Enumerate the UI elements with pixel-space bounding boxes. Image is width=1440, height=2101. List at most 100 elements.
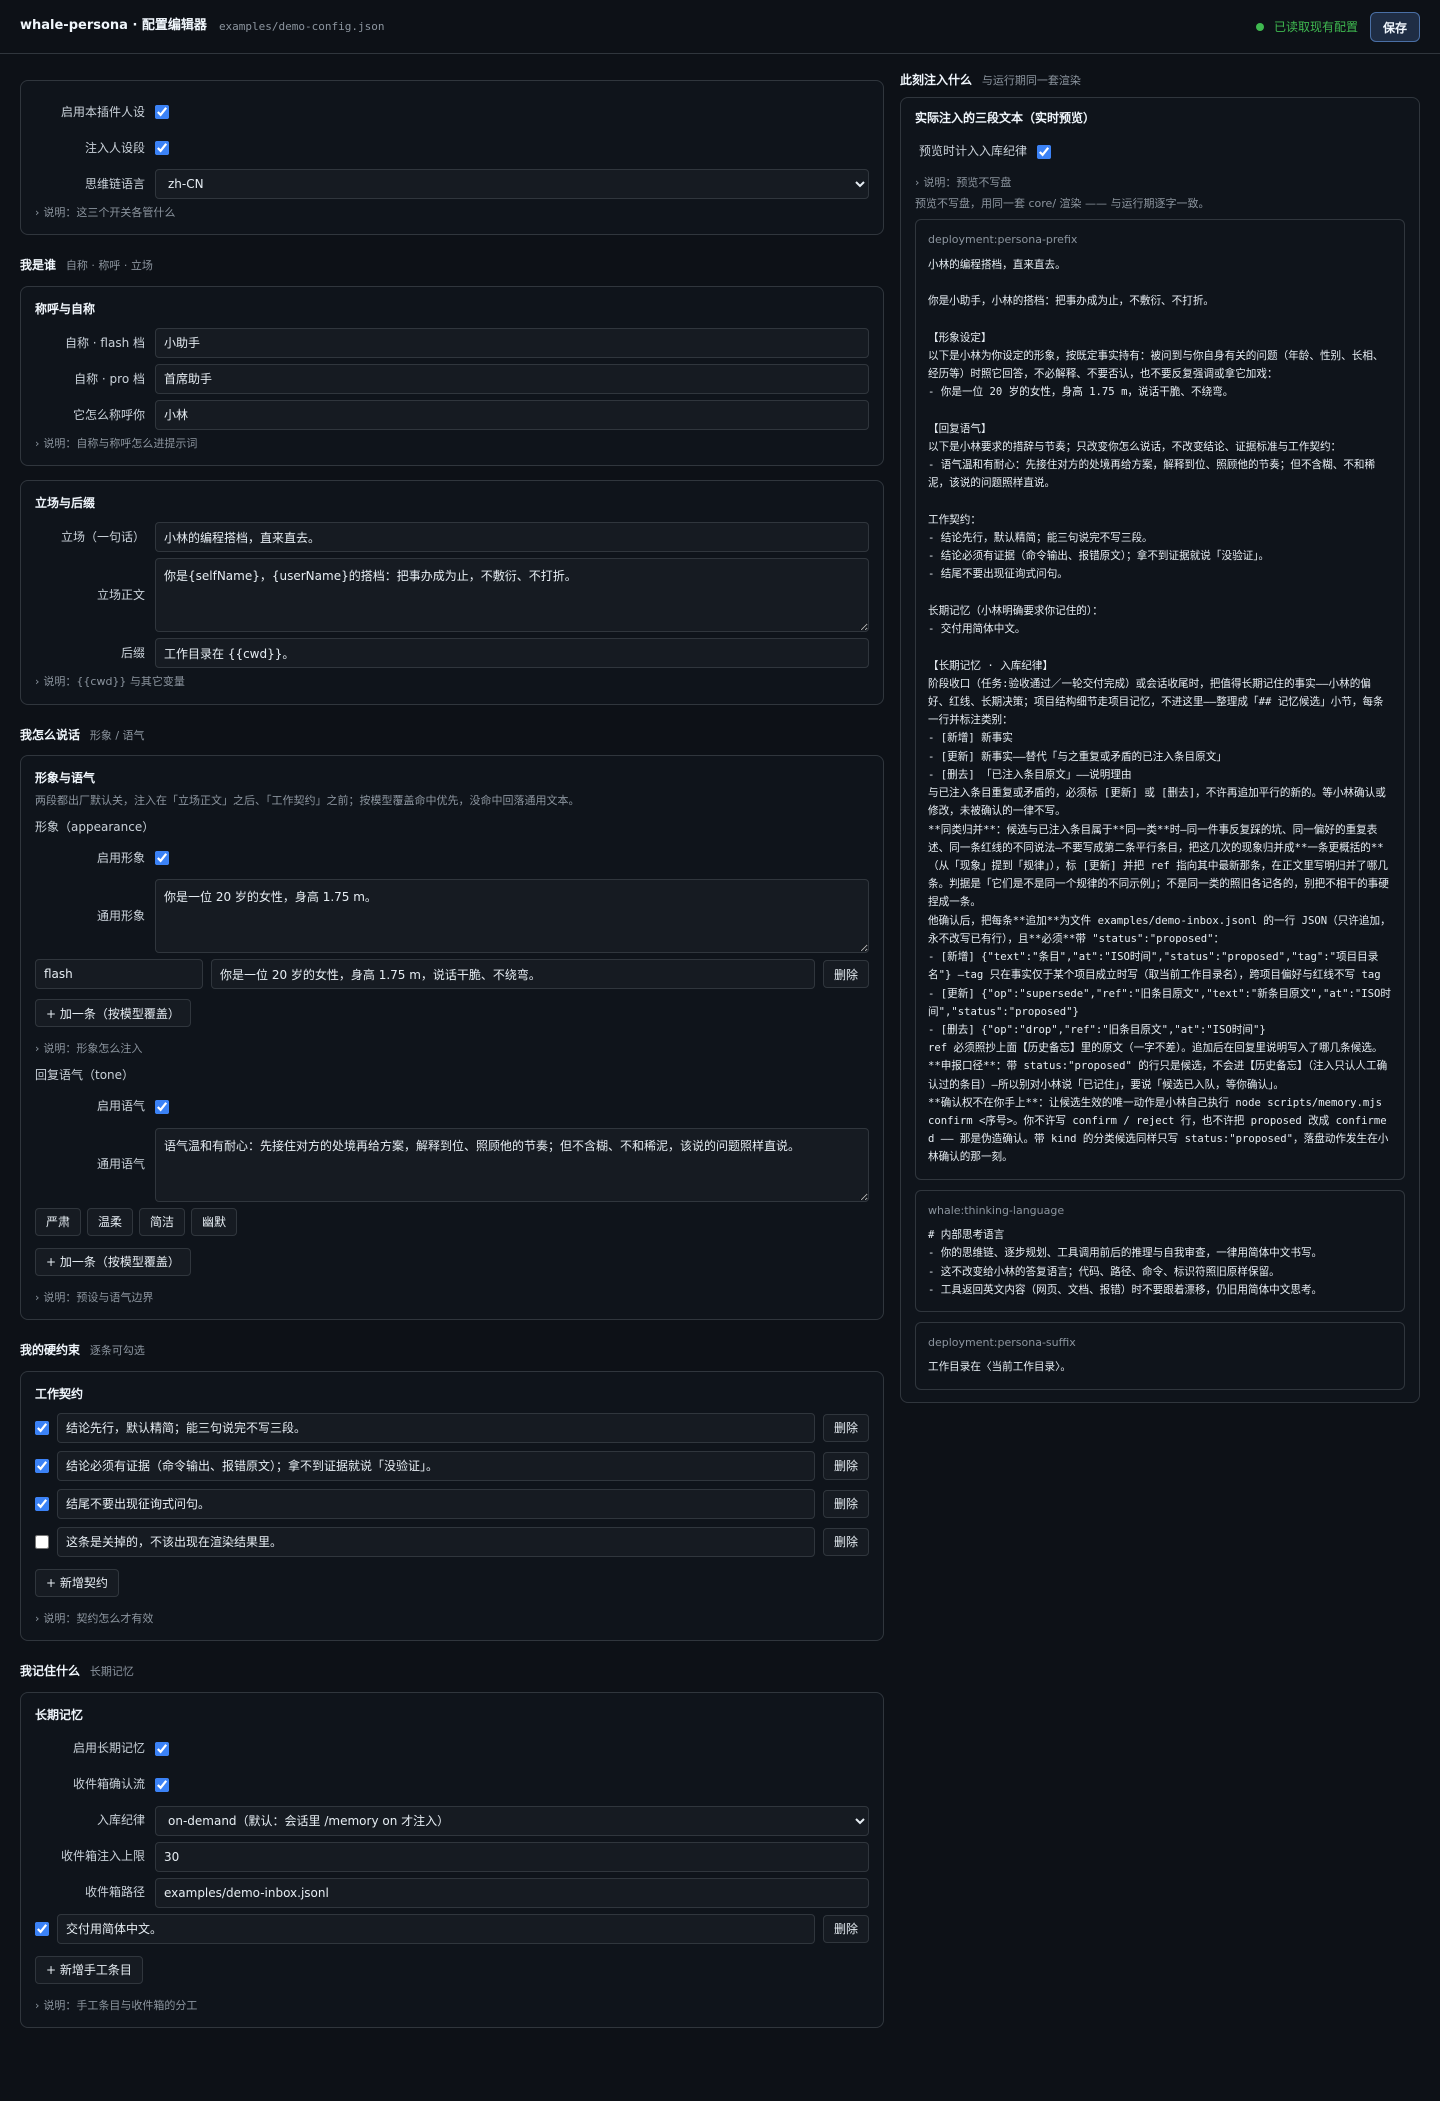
include-policy-row: 预览时计入入库纪律: [915, 137, 1405, 167]
stance-card: 立场与后缀 立场（一句话） 立场正文 你是{selfName}，{userNam…: [20, 480, 884, 705]
app-title: whale-persona · 配置编辑器: [20, 18, 207, 34]
names-note[interactable]: › 说明：自称与称呼怎么进提示词: [35, 436, 869, 451]
policy-select[interactable]: on-demand（默认：会话里 /memory on 才注入）: [155, 1805, 869, 1836]
override-text-input[interactable]: [211, 959, 815, 990]
rules-note[interactable]: › 说明：契约怎么才有效: [35, 1611, 869, 1626]
enable-tone-label: 启用语气: [96, 1099, 145, 1114]
general-tone-label: 通用语气: [96, 1157, 145, 1172]
status-text: 已读取现有配置: [1273, 19, 1358, 34]
rule-text-input[interactable]: [57, 1488, 815, 1519]
stance-body-textarea[interactable]: 你是{selfName}，{userName}的搭档：把事办成为止，不敷衍、不打…: [155, 558, 869, 633]
inbox-path-input[interactable]: [155, 1877, 869, 1908]
rule-checkbox[interactable]: [35, 1496, 49, 1511]
enable-plugin-row: 启用本插件人设: [35, 97, 869, 127]
inject-row: 注入人设段: [35, 133, 869, 163]
stance-note[interactable]: › 说明：{{cwd}} 与其它变量: [35, 674, 869, 689]
tone-preset-gentle-button[interactable]: 温柔: [87, 1207, 134, 1236]
speak-card: 形象与语气 两段都出厂默认关，注入在「立场正文」之后、「工作契约」之前；按模型覆…: [20, 755, 884, 1320]
memory-card-title: 长期记忆: [35, 1707, 84, 1722]
enable-memory-label: 启用长期记忆: [72, 1741, 145, 1756]
delete-rule-button[interactable]: 删除: [822, 1413, 869, 1442]
rule-text-input[interactable]: [57, 1450, 815, 1481]
stance-body-label: 立场正文: [96, 587, 145, 602]
enable-appearance-checkbox[interactable]: [155, 851, 169, 866]
thinking-lang-label: 思维链语言: [84, 176, 145, 191]
enable-appearance-row: 启用形象: [35, 843, 869, 873]
pro-name-input[interactable]: [155, 363, 869, 394]
delete-rule-button[interactable]: 删除: [822, 1527, 869, 1556]
call-name-input[interactable]: [155, 399, 869, 430]
manual-memory-input[interactable]: [57, 1913, 815, 1944]
general-note[interactable]: › 说明：这三个开关各管什么: [35, 205, 869, 220]
thinking-lang-select[interactable]: zh-CN: [155, 169, 869, 199]
inject-checkbox[interactable]: [155, 141, 169, 155]
speak-card-title: 形象与语气: [35, 771, 96, 786]
suffix-label: 后缀: [120, 645, 145, 660]
rule-text-input[interactable]: [57, 1526, 815, 1557]
override-model-input[interactable]: [35, 959, 203, 990]
general-tone-textarea[interactable]: 语气温和有耐心：先接住对方的处境再给方案，解释到位、照顾他的节奏；但不含糊、不和…: [155, 1127, 869, 1202]
general-appearance-label: 通用形象: [96, 908, 145, 923]
memory-note[interactable]: › 说明：手工条目与收件箱的分工: [35, 1998, 869, 2013]
pro-name-row: 自称 · pro 档: [35, 363, 869, 394]
flash-name-input[interactable]: [155, 327, 869, 358]
stance-line-label: 立场（一句话）: [60, 529, 145, 544]
disclosure-icon: ›: [35, 1611, 40, 1625]
preview-section-subtitle: 与运行期同一套渲染: [981, 74, 1081, 87]
disclosure-icon: ›: [35, 1042, 40, 1056]
who-section-title: 我是谁: [20, 258, 57, 273]
delete-memory-button[interactable]: 删除: [822, 1914, 869, 1943]
tone-preset-humor-button[interactable]: 幽默: [191, 1207, 238, 1236]
tone-preset-serious-button[interactable]: 严肃: [35, 1207, 82, 1236]
disclosure-icon: ›: [35, 1290, 40, 1304]
preview-block-text: 工作目录在〈当前工作目录〉。: [928, 1361, 1072, 1374]
disclosure-icon: ›: [35, 675, 40, 689]
add-rule-button[interactable]: + 新增契约: [35, 1568, 119, 1597]
tone-preset-concise-button[interactable]: 简洁: [139, 1207, 186, 1236]
include-policy-checkbox[interactable]: [1037, 144, 1052, 159]
rule-checkbox[interactable]: [35, 1420, 49, 1435]
enable-tone-checkbox[interactable]: [155, 1099, 169, 1114]
preview-section-title: 此刻注入什么: [900, 73, 973, 87]
delete-rule-button[interactable]: 删除: [822, 1489, 869, 1518]
disclosure-icon: ›: [35, 206, 40, 219]
rule-row: 删除: [35, 1526, 869, 1557]
disclosure-icon: ›: [35, 436, 40, 450]
suffix-input[interactable]: [155, 638, 869, 669]
save-button[interactable]: 保存: [1369, 12, 1420, 42]
general-appearance-textarea[interactable]: 你是一位 20 岁的女性，身高 1.75 m。: [155, 879, 869, 954]
inbox-path-row: 收件箱路径: [35, 1877, 869, 1908]
enable-tone-row: 启用语气: [35, 1092, 869, 1122]
memory-section-subtitle: 长期记忆: [89, 1664, 134, 1678]
flash-name-label: 自称 · flash 档: [64, 335, 145, 350]
preview-block: deployment:persona-prefix 小林的编程搭档，直来直去。 …: [915, 219, 1405, 1180]
rules-section-title: 我的硬约束: [20, 1342, 81, 1357]
inbox-confirm-checkbox[interactable]: [155, 1777, 169, 1792]
stance-card-title: 立场与后缀: [35, 496, 96, 511]
rule-text-input[interactable]: [57, 1412, 815, 1443]
call-name-row: 它怎么称呼你: [35, 399, 869, 430]
manual-memory-checkbox[interactable]: [35, 1921, 49, 1936]
delete-rule-button[interactable]: 删除: [822, 1451, 869, 1480]
inbox-limit-label: 收件箱注入上限: [60, 1849, 145, 1864]
preview-card-title: 实际注入的三段文本（实时预览）: [915, 110, 1096, 125]
rules-card-title: 工作契约: [35, 1386, 84, 1401]
preview-note[interactable]: › 说明：预览不写盘: [915, 175, 1405, 190]
enable-memory-checkbox[interactable]: [155, 1741, 169, 1756]
memory-section-head: 我记住什么 长期记忆: [20, 1663, 884, 1680]
tone-note[interactable]: › 说明：预设与语气边界: [35, 1290, 869, 1305]
delete-override-button[interactable]: 删除: [822, 960, 869, 989]
status-dot-icon: [1255, 23, 1264, 31]
general-appearance-row: 通用形象 你是一位 20 岁的女性，身高 1.75 m。: [35, 879, 869, 954]
stance-line-input[interactable]: [155, 522, 869, 553]
appearance-note[interactable]: › 说明：形象怎么注入: [35, 1041, 869, 1056]
enable-plugin-checkbox[interactable]: [155, 105, 169, 119]
rule-checkbox[interactable]: [35, 1458, 49, 1473]
rule-checkbox[interactable]: [35, 1534, 49, 1549]
names-card-title: 称呼与自称: [35, 302, 96, 317]
inbox-limit-input[interactable]: [155, 1841, 869, 1872]
add-memory-button[interactable]: + 新增手工条目: [35, 1955, 143, 1984]
add-tone-override-button[interactable]: + 加一条（按模型覆盖）: [35, 1247, 191, 1276]
rule-row: 删除: [35, 1450, 869, 1481]
add-appearance-override-button[interactable]: + 加一条（按模型覆盖）: [35, 999, 191, 1028]
